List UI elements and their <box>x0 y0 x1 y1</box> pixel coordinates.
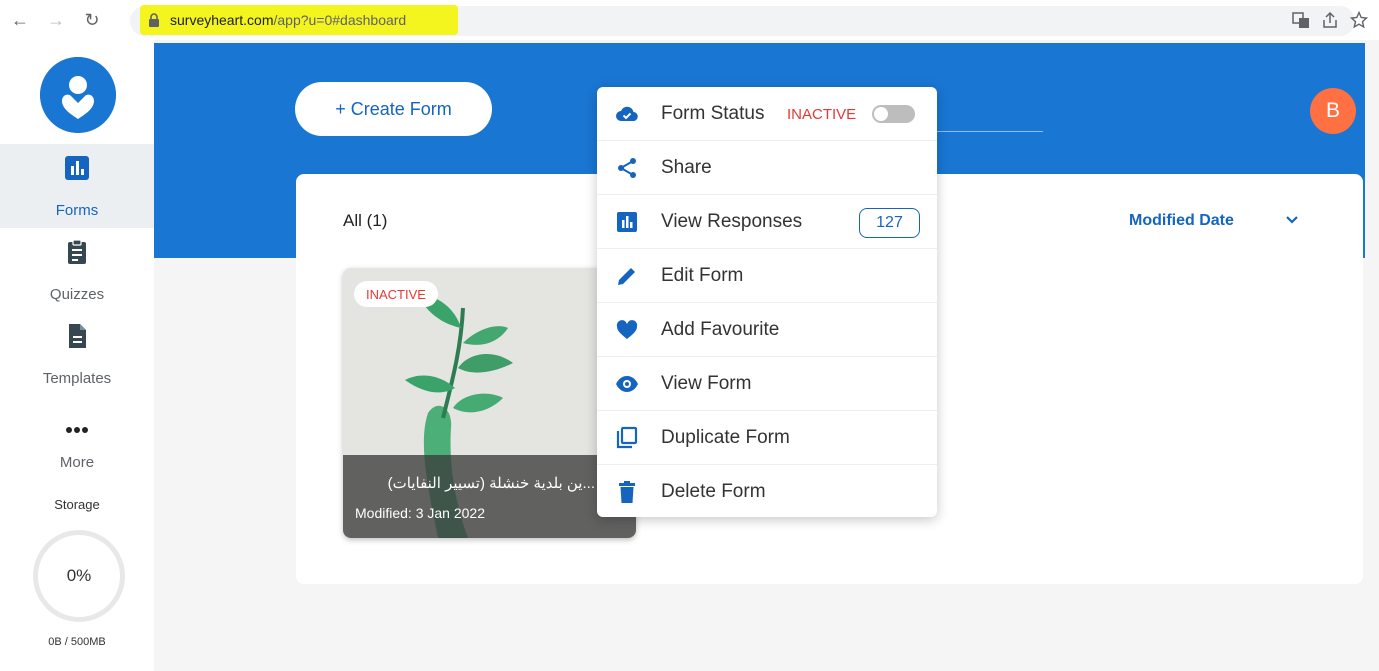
storage-label: Storage <box>54 497 100 512</box>
share-page-icon[interactable] <box>1321 11 1339 29</box>
surveyheart-logo[interactable] <box>40 57 116 133</box>
view-responses-label: View Responses <box>661 211 803 232</box>
translate-icon[interactable] <box>1292 11 1310 29</box>
edit-form-label: Edit Form <box>661 265 744 286</box>
menu-item-delete-form[interactable]: Delete Form <box>597 465 937 519</box>
clipboard-icon <box>68 239 86 264</box>
add-favourite-label: Add Favourite <box>661 319 780 340</box>
menu-item-share[interactable]: Share <box>597 141 937 195</box>
duplicate-form-label: Duplicate Form <box>661 427 790 448</box>
lock-icon <box>149 13 159 27</box>
chevron-down-icon[interactable] <box>1283 211 1301 229</box>
delete-form-label: Delete Form <box>661 481 766 502</box>
browser-toolbar: ← → ↻ surveyheart.com/app?u=0#dashboard <box>0 0 1379 40</box>
filter-all-label[interactable]: All (1) <box>343 211 387 231</box>
responses-count-badge: 127 <box>859 208 920 238</box>
form-context-menu: Form Status INACTIVE Share View Response… <box>597 87 937 517</box>
pencil-icon <box>618 268 635 285</box>
view-form-label: View Form <box>661 373 752 394</box>
heart-icon <box>616 320 638 339</box>
menu-item-view-form[interactable]: View Form <box>597 357 937 411</box>
form-status-value: INACTIVE <box>787 106 857 123</box>
menu-item-form-status[interactable]: Form Status INACTIVE <box>597 87 937 141</box>
menu-item-view-responses[interactable]: View Responses 127 <box>597 195 937 249</box>
copy-icon <box>616 426 638 449</box>
create-form-button[interactable]: + Create Form <box>295 82 492 136</box>
sidebar-item-label: Forms <box>55 202 99 219</box>
bookmark-star-icon[interactable] <box>1350 11 1368 29</box>
share-icon <box>618 158 636 178</box>
cloud-check-icon <box>616 106 638 122</box>
form-card-title[interactable]: ...ين بلدية خنشلة (تسيير النفايات) <box>355 474 595 492</box>
more-dots-icon <box>66 427 88 433</box>
sidebar-item-label: More <box>59 454 95 471</box>
trash-icon <box>619 481 635 503</box>
storage-size: 0B / 500MB <box>48 636 106 648</box>
storage-gauge: 0% <box>33 530 125 622</box>
sidebar-item-label: Quizzes <box>49 286 105 303</box>
url-text[interactable]: surveyheart.com/app?u=0#dashboard <box>170 12 406 28</box>
status-badge: INACTIVE <box>354 281 438 307</box>
toggle-knob <box>874 107 888 121</box>
storage-percent: 0% <box>66 566 92 585</box>
url-domain: surveyheart.com <box>170 12 274 28</box>
forward-arrow-icon[interactable]: → <box>44 8 68 32</box>
form-card-modified: Modified: 3 Jan 2022 <box>355 505 485 521</box>
avatar[interactable]: B <box>1310 88 1356 134</box>
url-path: /app?u=0#dashboard <box>273 12 407 28</box>
menu-item-duplicate-form[interactable]: Duplicate Form <box>597 411 937 465</box>
sidebar-item-forms[interactable]: Forms <box>0 144 154 228</box>
sidebar-item-templates[interactable]: Templates <box>0 312 154 396</box>
search-input-underline[interactable] <box>937 131 1043 132</box>
eye-icon <box>616 376 638 392</box>
sort-dropdown[interactable]: Modified Date <box>1129 212 1234 230</box>
sidebar-item-label: Templates <box>42 370 112 387</box>
bar-chart-icon <box>617 212 637 232</box>
sidebar-item-more[interactable]: More <box>0 396 154 480</box>
form-card-footer <box>343 455 636 538</box>
back-arrow-icon[interactable]: ← <box>8 8 32 32</box>
reload-icon[interactable]: ↻ <box>80 8 104 32</box>
menu-item-edit-form[interactable]: Edit Form <box>597 249 937 303</box>
bar-chart-icon <box>65 156 89 180</box>
sidebar: Forms Quizzes Templates More Storage 0% <box>0 40 154 671</box>
menu-item-add-favourite[interactable]: Add Favourite <box>597 303 937 357</box>
document-icon <box>69 324 86 348</box>
sidebar-item-quizzes[interactable]: Quizzes <box>0 228 154 312</box>
share-label: Share <box>661 157 712 178</box>
form-status-label: Form Status <box>661 103 765 124</box>
